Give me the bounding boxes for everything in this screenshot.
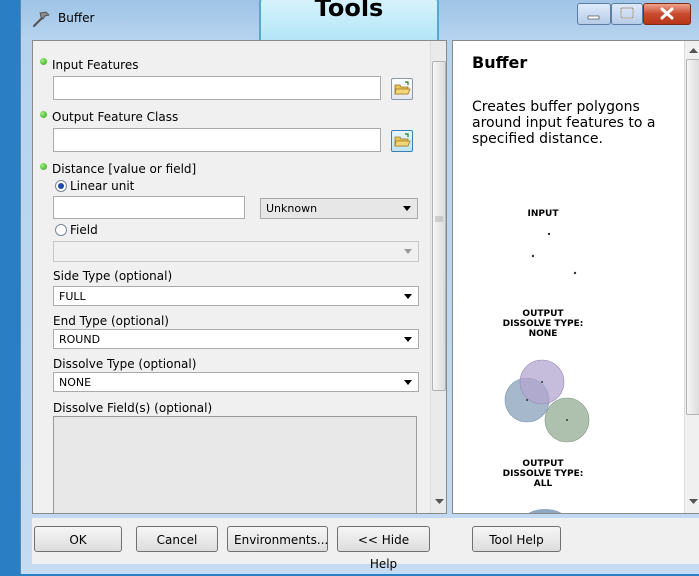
required-dot-icon <box>40 163 47 170</box>
cancel-button[interactable]: Cancel <box>136 526 218 552</box>
help-description: Creates buffer polygons around input fea… <box>472 99 656 147</box>
output-feature-class-label: Output Feature Class <box>52 110 179 124</box>
field-label: Field <box>70 223 98 237</box>
dissolve-type-value: NONE <box>59 376 92 389</box>
input-features-browse-button[interactable] <box>391 78 413 100</box>
input-points-diagram <box>531 232 577 275</box>
minimize-button[interactable] <box>577 3 611 25</box>
open-folder-icon <box>394 133 411 147</box>
window-title: Buffer <box>58 11 95 25</box>
chevron-down-icon <box>404 337 412 342</box>
buffer-window: Buffer Tools Input Features Output Featu… <box>20 0 699 574</box>
help-scrollbar[interactable] <box>684 41 699 513</box>
diagram-input-label: INPUT <box>527 209 559 219</box>
output-none-circles-diagram <box>504 359 590 443</box>
end-type-value: ROUND <box>59 333 101 346</box>
scroll-down-arrow-icon[interactable] <box>435 499 444 505</box>
chevron-down-icon <box>404 380 412 385</box>
required-dot-icon <box>40 111 47 118</box>
linear-unit-radio[interactable] <box>55 180 67 192</box>
chevron-down-icon <box>403 206 411 211</box>
scroll-up-arrow-icon[interactable] <box>689 47 698 53</box>
dissolve-fields-label: Dissolve Field(s) (optional) <box>53 401 213 415</box>
chevron-down-icon <box>404 249 412 254</box>
callout-text: Tools <box>314 0 384 22</box>
end-type-dropdown[interactable]: ROUND <box>53 329 419 349</box>
help-scroll-thumb[interactable] <box>686 59 699 415</box>
dissolve-fields-list[interactable] <box>53 416 417 513</box>
environments-button[interactable]: Environments... <box>227 526 328 552</box>
required-dot-icon <box>40 58 47 65</box>
tool-help-button[interactable]: Tool Help <box>472 526 561 552</box>
dissolve-type-dropdown[interactable]: NONE <box>53 372 419 392</box>
side-type-label: Side Type (optional) <box>53 269 173 283</box>
hide-help-button[interactable]: << Hide Help <box>337 526 430 571</box>
parameters-panel: Input Features Output Feature Class Dist… <box>32 40 447 514</box>
field-radio[interactable] <box>55 224 67 236</box>
ok-button[interactable]: OK <box>34 526 122 552</box>
output-all-circles-diagram <box>528 509 562 513</box>
help-title: Buffer <box>472 53 528 72</box>
input-features-field[interactable] <box>53 76 381 100</box>
grip-icon <box>435 216 443 222</box>
field-dropdown[interactable] <box>53 241 419 262</box>
dissolve-type-label: Dissolve Type (optional) <box>53 357 197 371</box>
open-folder-icon <box>394 81 411 95</box>
help-panel: Buffer Creates buffer polygons around in… <box>452 40 699 514</box>
parameters-scroll-thumb[interactable] <box>432 61 446 391</box>
output-feature-class-field[interactable] <box>53 128 381 152</box>
close-button[interactable] <box>643 3 691 25</box>
distance-label: Distance [value or field] <box>52 162 197 176</box>
unit-dropdown-value: Unknown <box>266 202 318 215</box>
close-icon <box>660 7 674 20</box>
minimize-icon <box>587 15 600 20</box>
maximize-button[interactable] <box>611 3 643 25</box>
diagram-output-all-label: OUTPUT DISSOLVE TYPE: ALL <box>502 459 584 489</box>
end-type-label: End Type (optional) <box>53 314 169 328</box>
unit-dropdown[interactable]: Unknown <box>260 198 418 219</box>
output-feature-class-browse-button[interactable] <box>391 130 413 152</box>
linear-unit-label: Linear unit <box>70 179 135 193</box>
side-type-value: FULL <box>59 290 86 303</box>
side-type-dropdown[interactable]: FULL <box>53 286 419 306</box>
hammer-icon <box>32 11 50 28</box>
maximize-icon <box>620 7 634 19</box>
scroll-down-arrow-icon[interactable] <box>689 499 698 505</box>
input-features-label: Input Features <box>52 58 139 72</box>
chevron-down-icon <box>404 294 412 299</box>
button-bar: OK Cancel Environments... << Hide Help T… <box>32 518 699 571</box>
parameters-scrollbar[interactable] <box>430 41 446 513</box>
diagram-output-none-label: OUTPUT DISSOLVE TYPE: NONE <box>502 309 584 339</box>
linear-unit-value-field[interactable] <box>53 196 245 219</box>
